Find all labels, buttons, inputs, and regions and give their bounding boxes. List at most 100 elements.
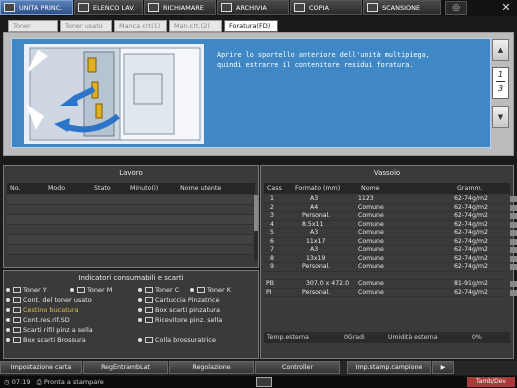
trim-waste-icon [13, 317, 21, 323]
nav-scansione[interactable]: SCANSIONE [363, 0, 441, 15]
page-total: 3 [497, 84, 504, 93]
keyboard-icon[interactable] [256, 377, 272, 387]
recall-icon [148, 3, 159, 12]
nav-label: RICHIAMARE [163, 3, 204, 12]
vassoio-title: Vassoio [373, 169, 401, 177]
scan-icon [367, 3, 378, 12]
cons-toner-k: Toner K [190, 286, 231, 294]
tray-level-indicator [510, 204, 517, 211]
consumabili-section: Indicatori consumabili e scarti [3, 270, 259, 359]
col-modo: Modo [48, 185, 66, 192]
status-flag[interactable]: Tamb/Dev [467, 377, 515, 387]
col-formato: Formato (mm) [295, 185, 341, 192]
copy-icon [294, 3, 305, 12]
clock-icon: ◷ [4, 378, 10, 386]
list-item[interactable] [7, 215, 253, 225]
joblist-icon [78, 3, 89, 12]
col-nome-utente: Nome utente [180, 185, 222, 192]
cons-box-scarti-brossura: Box scarti Brossura [6, 336, 86, 344]
tray-level-indicator [510, 247, 517, 253]
table-row[interactable]: 3 Personal. Comune 62-74g/m2 [264, 212, 508, 221]
lavoro-section: Lavoro No. Modo Stato Minuto(i) Nome ute… [3, 165, 259, 268]
cons-toner-usato: Cont. del toner usato [6, 296, 92, 304]
table-row[interactable]: 6 11x17 Comune 62-74g/m2 [264, 238, 508, 246]
tab-manca-crt-1[interactable]: Manca crt(1) [114, 20, 167, 32]
chevron-right-icon[interactable]: ▶ [432, 361, 454, 374]
col-nome: Nome [361, 185, 380, 192]
list-item[interactable] [7, 235, 253, 245]
instruction-line-2: quindi estrarre il contenitore residui f… [217, 61, 414, 69]
page-down-button[interactable]: ▼ [492, 106, 509, 128]
nav-label: UNITA PRINC. [19, 3, 63, 12]
tab-foratura-fd[interactable]: Foratura(FD) [224, 20, 278, 32]
humidity-label: Umidità esterna [388, 334, 438, 341]
printer-icon: ⎙ [36, 378, 42, 386]
cons-toner-y: Toner Y [6, 286, 47, 294]
list-item[interactable] [7, 205, 253, 215]
toner-icon [145, 287, 153, 293]
col-gramm: Gramm. [457, 185, 483, 192]
col-stato: Stato [94, 185, 111, 192]
table-row[interactable]: 1 A3 1123 62-74g/m2 [264, 195, 508, 204]
nav-copia[interactable]: COPIA [290, 0, 362, 15]
adjustment-button[interactable]: Regolazione [169, 361, 254, 374]
table-row[interactable]: 5 A3 Comune 62-74g/m2 [264, 229, 508, 238]
home-icon [4, 3, 15, 12]
tab-toner[interactable]: Toner [8, 20, 58, 32]
tab-toner-usato[interactable]: Toner usato [60, 20, 112, 32]
table-row[interactable]: 4 8.5x11 Comune 62-74g/m2 [264, 221, 508, 229]
globe-icon[interactable]: ◎ [445, 1, 467, 15]
table-row[interactable]: PB 307.0 x 472.0 Comune 81-91g/m2 [264, 280, 508, 289]
humidity-value: 0% [472, 334, 482, 341]
tray-level-indicator [510, 255, 517, 262]
bottom-toolbar: Impostazione carta RegEntrambLat Regolaz… [0, 361, 517, 375]
tab-bar: Toner Toner usato Manca crt(1) Man.crt.(… [8, 20, 280, 32]
waste-toner-icon [13, 297, 21, 303]
table-row[interactable]: 7 A3 Comune 62-74g/m2 [264, 246, 508, 255]
toner-icon [197, 287, 205, 293]
binder-waste-icon [13, 337, 21, 343]
close-icon[interactable]: ✕ [499, 1, 513, 15]
toner-icon [77, 287, 85, 293]
tray-level-indicator [510, 221, 517, 228]
table-row [264, 272, 508, 280]
table-row[interactable]: PI Personal. Comune 62-74g/m2 [264, 289, 508, 297]
toner-icon [13, 287, 21, 293]
table-row[interactable]: 8 13x19 Comune 62-74g/m2 [264, 255, 508, 263]
status-text: Pronta a stampare [43, 378, 104, 386]
list-item[interactable] [7, 195, 253, 205]
job-scrollbar[interactable] [254, 195, 258, 261]
job-list[interactable] [7, 195, 253, 261]
table-row[interactable]: 9 Personal. Comune 62-74g/m2 [264, 263, 508, 272]
info-panel: Aprire lo sportello anteriore dell'unità… [3, 32, 514, 156]
lavoro-header: No. Modo Stato Minuto(i) Nome utente [7, 183, 255, 194]
cons-cartuccia-pinzatrice: Cartuccia Pinzatrice [138, 296, 220, 304]
page-scroller: ▲ 1 3 ▼ [492, 39, 510, 149]
list-item[interactable] [7, 245, 253, 255]
instruction-area: Aprire lo sportello anteriore dell'unità… [11, 38, 491, 148]
list-item[interactable] [7, 225, 253, 235]
tray-level-indicator [510, 238, 517, 245]
nav-richiamare[interactable]: RICHIAMARE [144, 0, 216, 15]
page-indicator: 1 3 [492, 67, 509, 99]
tab-man-crt-2[interactable]: Man.crt.(2) [169, 20, 222, 32]
paper-settings-button[interactable]: Impostazione carta [0, 361, 82, 374]
cons-ricevitore-pinz-sella: Ricevitore pinz. sella [138, 316, 222, 324]
cons-scarti-rifil: Scarti rifil pinz a sella [6, 326, 93, 334]
controller-button[interactable]: Controller [255, 361, 340, 374]
nav-label: ARCHIVIA [236, 3, 267, 12]
table-row[interactable]: 2 A4 Comune 62-74g/m2 [264, 204, 508, 212]
sample-print-button[interactable]: Imp.stamp.campione [347, 361, 431, 374]
duplex-adjust-button[interactable]: RegEntrambLat [83, 361, 168, 374]
nav-unita-princ[interactable]: UNITA PRINC. [0, 0, 73, 15]
tray-level-indicator [510, 289, 517, 296]
page-current: 1 [497, 70, 504, 79]
environment-status: Temp.esterna 0Gradi Umidità esterna 0% [264, 332, 510, 343]
tray-table: 1 A3 1123 62-74g/m2 2 A4 Comune 62-74g/m2 3 Per… [264, 195, 508, 297]
cons-toner-m: Toner M [70, 286, 112, 294]
nav-elenco-lav[interactable]: ELENCO LAV. [74, 0, 143, 15]
nav-archivia[interactable]: ARCHIVIA [217, 0, 289, 15]
cons-cestino-bucatura: Cestino bucatura [6, 306, 79, 314]
tray-level-indicator [510, 264, 517, 270]
page-up-button[interactable]: ▲ [492, 39, 509, 61]
